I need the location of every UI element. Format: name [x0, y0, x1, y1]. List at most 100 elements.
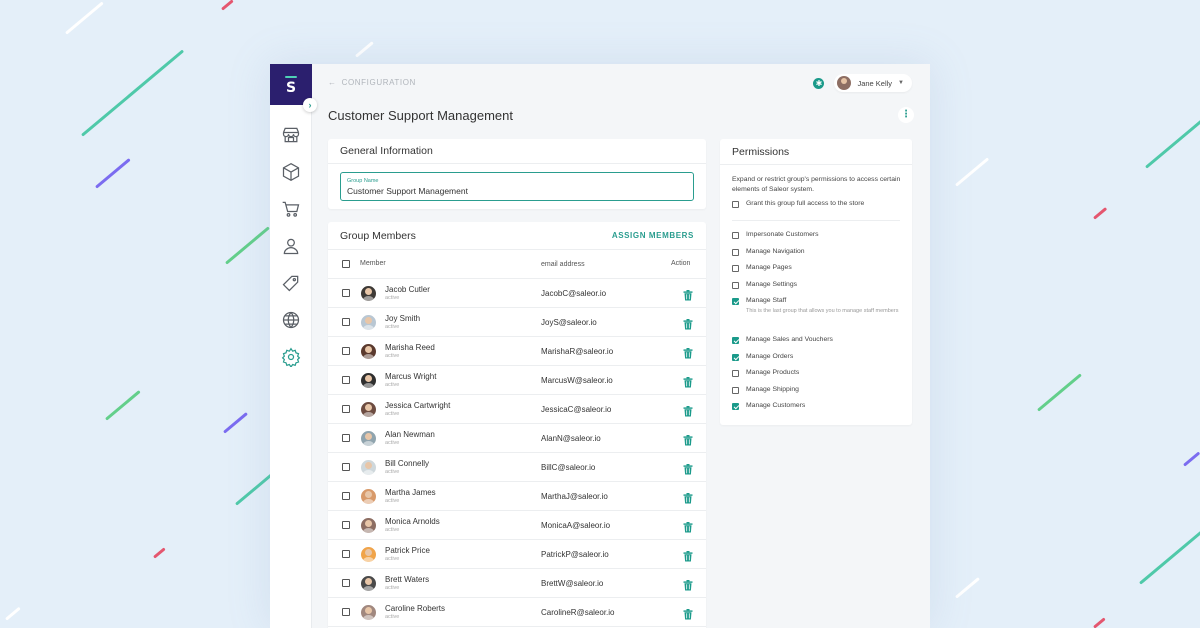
stripe	[5, 606, 21, 621]
member-status: active	[385, 498, 400, 504]
row-checkbox[interactable]	[342, 347, 350, 355]
row-checkbox[interactable]	[342, 376, 350, 384]
trash-icon[interactable]	[683, 549, 693, 562]
permission-checkbox[interactable]	[732, 248, 739, 256]
member-name: Bill Connelly	[385, 459, 430, 468]
member-email: MarthaJ@saleor.io	[541, 492, 608, 501]
cart-icon[interactable]	[280, 198, 302, 220]
card-title: Group Members	[340, 229, 416, 242]
trash-icon[interactable]	[683, 520, 693, 533]
arrow-left-icon: ←	[328, 78, 337, 87]
select-all-checkbox[interactable]	[342, 260, 350, 268]
trash-icon[interactable]	[683, 607, 693, 620]
permission-label: Manage Orders	[746, 352, 794, 360]
table-row[interactable]: Caroline Roberts active CarolineR@saleor.i…	[328, 598, 706, 627]
table-row[interactable]: Patrick Price active PatrickP@saleor.io	[328, 540, 706, 569]
user-icon[interactable]	[280, 235, 302, 257]
settings-icon[interactable]	[280, 346, 302, 368]
avatar	[361, 489, 376, 504]
member-status: active	[385, 440, 400, 446]
avatar	[361, 373, 376, 388]
trash-icon[interactable]	[683, 288, 693, 301]
row-checkbox[interactable]	[342, 550, 350, 558]
row-checkbox[interactable]	[342, 579, 350, 587]
member-name: Marisha Reed	[385, 343, 435, 352]
permission-checkbox[interactable]	[732, 298, 739, 306]
logo-bar	[285, 75, 297, 78]
row-checkbox[interactable]	[342, 289, 350, 297]
permission-checkbox[interactable]	[732, 370, 739, 378]
row-checkbox[interactable]	[342, 318, 350, 326]
breadcrumb[interactable]: ← CONFIGURATION	[328, 78, 416, 87]
stripe	[355, 41, 374, 58]
row-checkbox[interactable]	[342, 405, 350, 413]
assign-members-button[interactable]: ASSIGN MEMBERS	[612, 231, 694, 240]
full-access-checkbox[interactable]	[732, 201, 739, 208]
user-name: Jane Kelly	[857, 78, 893, 88]
trash-icon[interactable]	[683, 317, 693, 330]
group-name-field[interactable]: Group Name Customer Support Management	[340, 172, 694, 201]
trash-icon[interactable]	[683, 462, 693, 475]
avatar	[361, 315, 376, 330]
permission-checkbox[interactable]	[732, 336, 739, 344]
member-status: active	[385, 411, 400, 417]
row-checkbox[interactable]	[342, 492, 350, 500]
trash-icon[interactable]	[683, 346, 693, 359]
stripe	[1139, 520, 1200, 585]
card-title: General Information	[340, 145, 433, 157]
globe-icon[interactable]	[280, 309, 302, 331]
stripe	[221, 0, 234, 11]
permission-label: Manage Products	[746, 369, 800, 377]
field-value[interactable]: Customer Support Management	[347, 186, 687, 196]
trash-icon[interactable]	[683, 404, 693, 417]
table-row[interactable]: Monica Arnolds active MonicaA@saleor.io	[328, 511, 706, 540]
table-row[interactable]: Martha James active MarthaJ@saleor.io	[328, 482, 706, 511]
permission-checkbox[interactable]	[732, 403, 739, 411]
member-status: active	[385, 585, 400, 591]
member-name: Jacob Cutler	[385, 285, 430, 294]
permission-label: Manage Shipping	[746, 385, 799, 393]
row-checkbox[interactable]	[342, 463, 350, 471]
trash-icon[interactable]	[683, 433, 693, 446]
avatar	[361, 402, 376, 417]
permission-checkbox[interactable]	[732, 281, 739, 289]
permission-checkbox[interactable]	[732, 353, 739, 361]
sidebar-collapse-button[interactable]: ›	[303, 98, 317, 112]
row-checkbox[interactable]	[342, 521, 350, 529]
member-status: active	[385, 469, 400, 475]
avatar	[361, 605, 376, 620]
trash-icon[interactable]	[683, 375, 693, 388]
member-name: Brett Waters	[385, 575, 430, 584]
stripe	[955, 157, 990, 187]
table-row[interactable]: Alan Newman active AlanN@saleor.io	[328, 424, 706, 453]
table-row[interactable]: Marisha Reed active MarishaR@saleor.io	[328, 337, 706, 366]
table-row[interactable]: Brett Waters active BrettW@saleor.io	[328, 569, 706, 598]
caret-down-icon: ▼	[898, 80, 904, 86]
member-name: Joy Smith	[385, 314, 421, 323]
stripe	[1183, 451, 1200, 467]
more-options-icon[interactable]: ⋮	[898, 107, 914, 123]
row-checkbox[interactable]	[342, 434, 350, 442]
member-email: PatrickP@saleor.io	[541, 550, 609, 559]
stripe	[1037, 373, 1082, 412]
theme-toggle-icon[interactable]: ✱	[813, 77, 825, 89]
table-row[interactable]: Joy Smith active JoyS@saleor.io	[328, 308, 706, 337]
table-row[interactable]: Bill Connelly active BillC@saleor.io	[328, 453, 706, 482]
permission-checkbox[interactable]	[732, 386, 739, 394]
tag-icon[interactable]	[280, 272, 302, 294]
row-checkbox[interactable]	[342, 608, 350, 616]
permission-checkbox[interactable]	[732, 232, 739, 239]
stripe	[81, 49, 185, 137]
table-row[interactable]: Marcus Wright active MarcusW@saleor.io	[328, 366, 706, 395]
avatar	[361, 518, 376, 533]
trash-icon[interactable]	[683, 578, 693, 591]
store-icon[interactable]	[280, 124, 302, 146]
permission-checkbox[interactable]	[732, 265, 739, 273]
user-menu[interactable]: Jane Kelly ▼	[834, 74, 912, 92]
table-row[interactable]: Jacob Cutler active JacobC@saleor.io	[328, 279, 706, 308]
box-icon[interactable]	[280, 161, 302, 183]
trash-icon[interactable]	[683, 491, 693, 504]
permission-note: This is the last group that allows you t…	[746, 308, 899, 315]
table-row[interactable]: Jessica Cartwright active JessicaC@saleor.…	[328, 395, 706, 424]
member-email: JoyS@saleor.io	[541, 318, 597, 327]
